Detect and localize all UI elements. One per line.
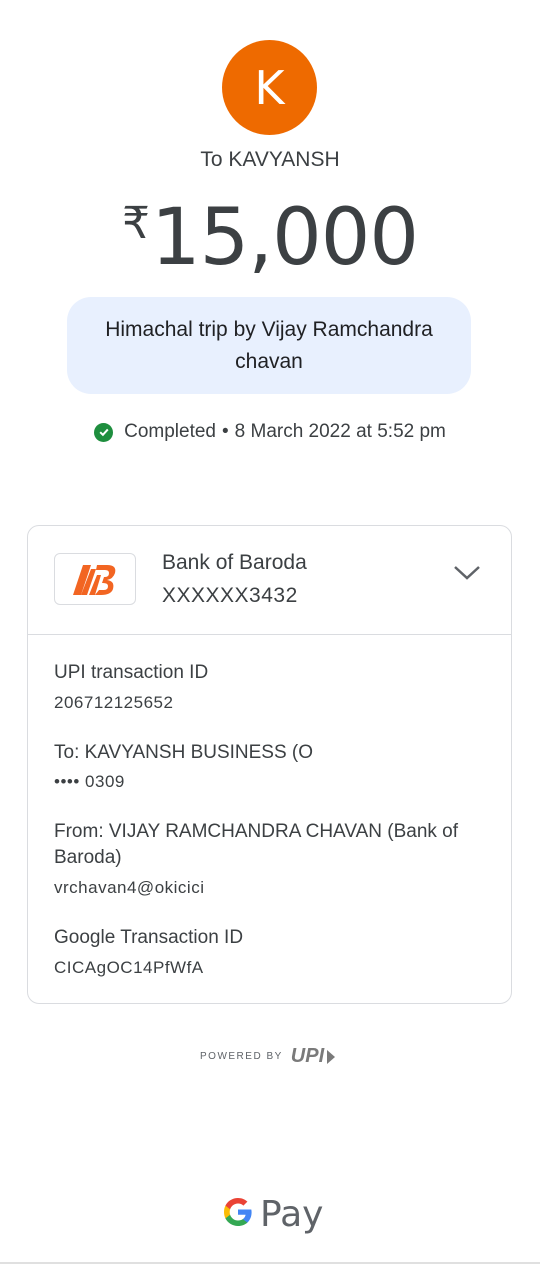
bank-account-row[interactable]: Bank of Baroda XXXXXX3432 xyxy=(28,526,511,635)
transaction-details-card: Bank of Baroda XXXXXX3432 UPI transactio… xyxy=(27,525,512,1004)
google-transaction-id-label: Google Transaction ID xyxy=(54,927,244,948)
to-account-label: To: KAVYANSH BUSINESS (O xyxy=(54,742,314,763)
powered-by-text: POWERED BY xyxy=(200,1051,283,1062)
status-separator: • xyxy=(221,421,229,442)
bank-account-number: XXXXXX3432 xyxy=(162,584,298,607)
chevron-down-icon[interactable] xyxy=(453,564,481,587)
bank-of-baroda-logo xyxy=(54,553,136,605)
payment-note: Himachal trip by Vijay Ramchandra chavan xyxy=(67,297,471,394)
recipient-avatar: K xyxy=(222,40,317,135)
recipient-name: To KAVYANSH xyxy=(200,148,340,171)
pay-wordmark: Pay xyxy=(260,1194,324,1235)
upi-logo: UPI xyxy=(291,1045,337,1068)
amount-value: 15,000 xyxy=(151,193,419,283)
google-g-logo xyxy=(222,1196,254,1233)
check-circle-icon xyxy=(94,422,114,442)
payment-status: Completed • 8 March 2022 at 5:52 pm xyxy=(0,421,540,443)
payment-amount: ₹15,000 xyxy=(0,193,540,283)
google-pay-logo: Pay xyxy=(222,1194,323,1235)
currency-symbol: ₹ xyxy=(122,198,150,249)
status-datetime: 8 March 2022 at 5:52 pm xyxy=(234,421,446,442)
bank-name: Bank of Baroda xyxy=(162,551,307,574)
upi-transaction-id-label: UPI transaction ID xyxy=(54,662,209,683)
powered-by-upi: POWERED BY UPI xyxy=(200,1045,337,1068)
payment-note-text: Himachal trip by Vijay Ramchandra chavan xyxy=(105,317,433,373)
upi-transaction-id-value: 206712125652 xyxy=(54,693,174,712)
avatar-initial: K xyxy=(254,60,285,115)
google-transaction-id-value: CICAgOC14PfWfA xyxy=(54,958,204,977)
status-text: Completed xyxy=(124,421,216,442)
from-account-value: vrchavan4@okicici xyxy=(54,878,205,897)
from-account-label: From: VIJAY RAMCHANDRA CHAVAN (Bank of B… xyxy=(54,821,459,868)
to-account-value: •••• 0309 xyxy=(54,772,125,791)
